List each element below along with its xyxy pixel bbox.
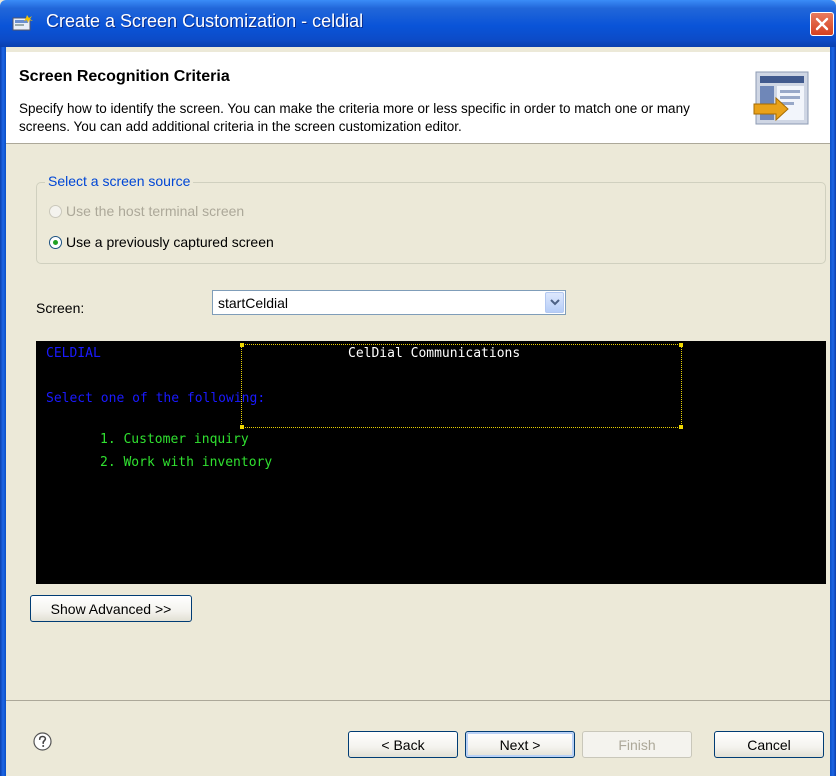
wizard-header: Screen Recognition Criteria Specify how … [6, 52, 830, 144]
close-icon [815, 17, 829, 31]
terminal-line-option-2: 2. Work with inventory [100, 455, 273, 470]
recognition-selection-box[interactable] [240, 343, 683, 429]
screen-customization-banner-icon [752, 68, 814, 130]
help-icon[interactable] [33, 732, 52, 751]
cancel-button[interactable]: Cancel [714, 731, 824, 758]
chevron-down-icon [550, 299, 560, 306]
radio-captured-screen[interactable]: Use a previously captured screen [49, 234, 274, 250]
dropdown-button[interactable] [545, 292, 564, 313]
radio-captured-screen-label: Use a previously captured screen [66, 234, 274, 250]
window-frame-left [0, 47, 6, 776]
back-button[interactable]: < Back [348, 731, 458, 758]
terminal-screen-preview[interactable]: CELDIAL CelDial Communications Select on… [36, 341, 826, 584]
close-button[interactable] [810, 12, 834, 36]
page-title: Screen Recognition Criteria [19, 68, 230, 85]
window-title: Create a Screen Customization - celdial [46, 11, 364, 31]
screen-source-legend: Select a screen source [45, 173, 194, 189]
screen-label: Screen: [36, 300, 85, 316]
next-button[interactable]: Next > [465, 731, 575, 758]
page-description: Specify how to identify the screen. You … [19, 101, 690, 134]
finish-button[interactable]: Finish [582, 731, 692, 758]
terminal-line-system: CELDIAL [46, 346, 101, 361]
terminal-line-option-1: 1. Customer inquiry [100, 432, 249, 447]
radio-host-terminal-button[interactable] [49, 204, 62, 218]
selection-handle-top-right[interactable] [679, 343, 683, 347]
screen-source-group: Select a screen source Use the host term… [36, 173, 826, 264]
dialog-window: Create a Screen Customization - celdial … [0, 0, 836, 776]
radio-host-terminal-label: Use the host terminal screen [66, 203, 245, 219]
selection-handle-top-left[interactable] [240, 343, 244, 347]
screen-dropdown[interactable]: startCeldial [212, 290, 566, 315]
show-advanced-button[interactable]: Show Advanced >> [30, 595, 192, 622]
screen-dropdown-value: startCeldial [218, 295, 289, 311]
radio-host-terminal[interactable]: Use the host terminal screen [49, 203, 244, 219]
window-frame-right [830, 47, 836, 776]
terminal-line-prompt: Select one of the following: [46, 391, 266, 406]
wizard-app-icon [12, 14, 34, 32]
selection-handle-bottom-right[interactable] [679, 425, 683, 429]
footer-divider [6, 700, 830, 701]
selection-handle-bottom-left[interactable] [240, 425, 244, 429]
radio-captured-screen-button[interactable] [49, 235, 62, 249]
title-bar[interactable]: Create a Screen Customization - celdial [0, 0, 836, 47]
